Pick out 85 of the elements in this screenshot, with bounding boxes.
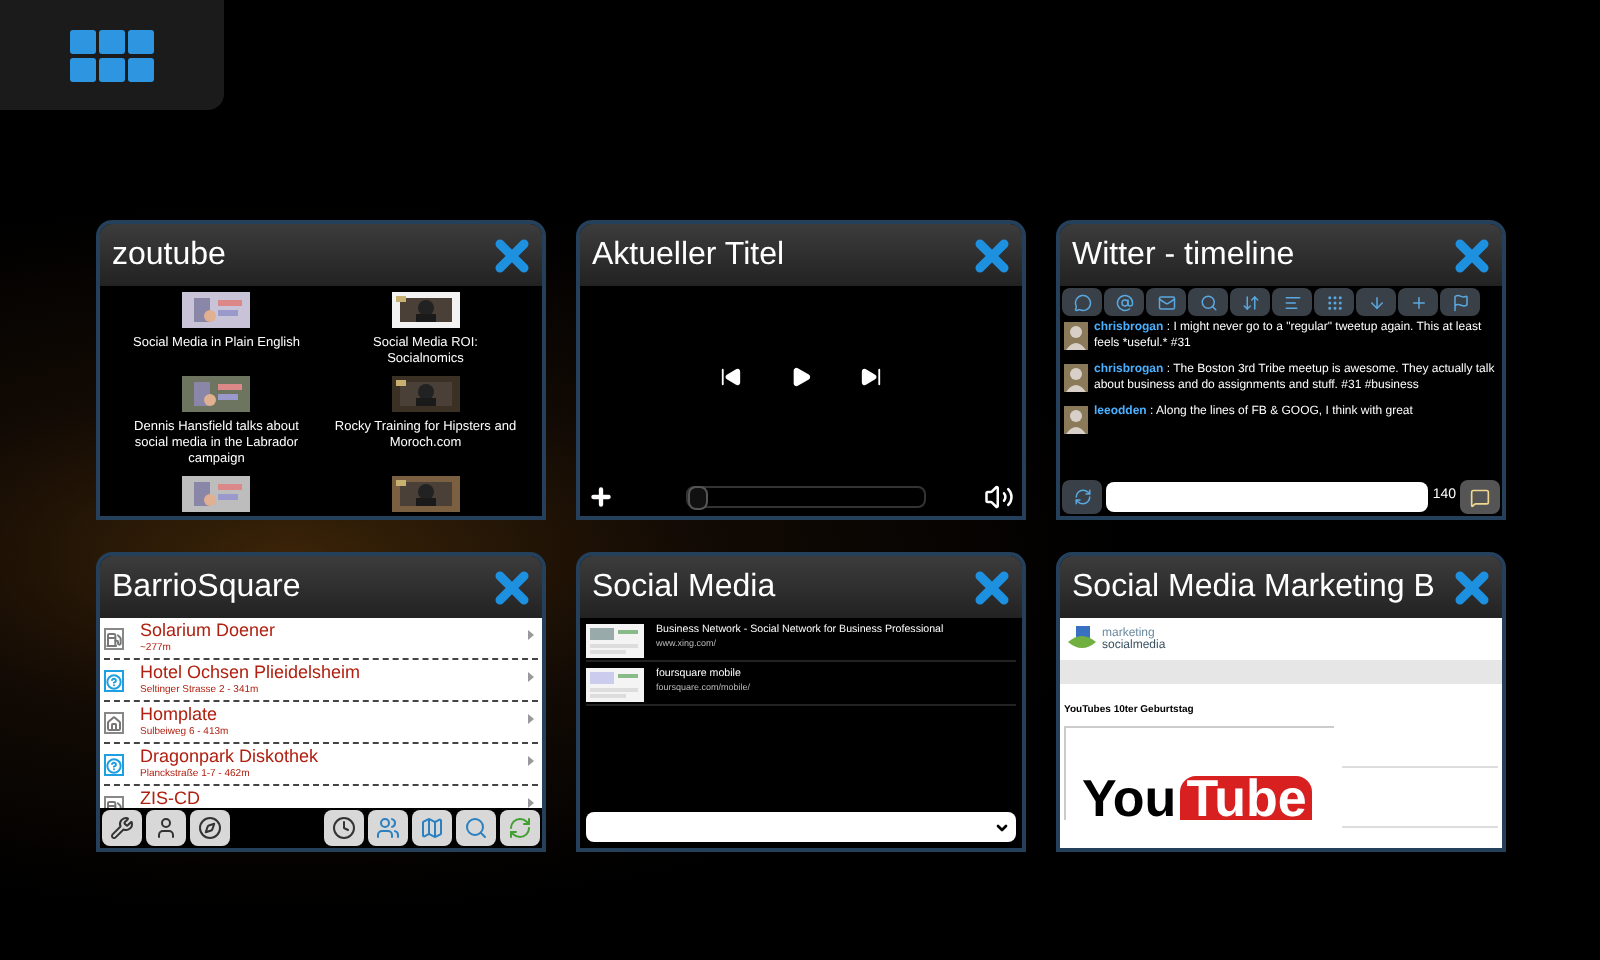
toolbar-button[interactable] xyxy=(1188,288,1228,316)
progress-track[interactable] xyxy=(686,486,926,508)
leaf-logo-icon xyxy=(1066,626,1098,654)
chevron-icon xyxy=(994,819,1010,835)
question-mark-icon xyxy=(104,754,124,776)
window-title: BarrioSquare xyxy=(112,567,301,607)
toolbar-button[interactable] xyxy=(324,810,364,846)
fuel-pump-icon xyxy=(104,628,124,650)
toolbar-button[interactable] xyxy=(1398,288,1438,316)
window-title: Aktueller Titel xyxy=(592,235,785,275)
search-icon xyxy=(464,816,488,840)
speech-bubble-icon xyxy=(1470,487,1490,507)
toolbar-button[interactable] xyxy=(412,810,452,846)
toolbar-button[interactable] xyxy=(456,810,496,846)
close-icon[interactable] xyxy=(974,569,1010,605)
chevron-icon xyxy=(528,672,534,682)
toolbar-button[interactable] xyxy=(1272,288,1312,316)
avatar-icon xyxy=(1064,364,1088,392)
at-sign-icon xyxy=(1115,293,1133,311)
toolbar-button[interactable] xyxy=(1230,288,1270,316)
previous-icon[interactable] xyxy=(720,366,742,388)
close-icon[interactable] xyxy=(494,569,530,605)
send-button[interactable] xyxy=(1460,480,1500,514)
refresh-icon xyxy=(508,816,532,840)
toolbar-button[interactable] xyxy=(146,810,186,846)
volume-icon[interactable] xyxy=(984,482,1014,512)
person-icon xyxy=(154,816,178,840)
close-icon[interactable] xyxy=(494,237,530,273)
house-icon xyxy=(104,712,124,734)
down-arrow-icon xyxy=(1367,293,1385,311)
toolbar-button[interactable] xyxy=(1104,288,1144,316)
toolbar-button[interactable] xyxy=(1062,288,1102,316)
close-icon[interactable] xyxy=(974,237,1010,273)
place-name[interactable]: ZIS-CD xyxy=(140,788,512,808)
window-title: Social Media Marketing B xyxy=(1072,567,1435,607)
toolbar-button[interactable] xyxy=(1356,288,1396,316)
next-icon[interactable] xyxy=(860,366,882,388)
place-name[interactable]: Hotel Ochsen Plieidelsheim xyxy=(140,662,512,684)
refresh-button[interactable] xyxy=(1062,480,1102,514)
toolbar-button[interactable] xyxy=(1440,288,1480,316)
people-icon xyxy=(376,816,400,840)
search-icon xyxy=(1199,293,1217,311)
compass-icon xyxy=(198,816,222,840)
map-icon xyxy=(420,816,444,840)
plus-icon xyxy=(1409,293,1427,311)
place-name[interactable]: Homplate xyxy=(140,704,512,726)
window-title: zoutube xyxy=(112,235,226,275)
close-icon[interactable] xyxy=(1454,237,1490,273)
window-title: Witter - timeline xyxy=(1072,235,1295,275)
logo-badge: Tube xyxy=(1180,776,1313,820)
avatar-icon xyxy=(1064,322,1088,350)
question-mark-icon xyxy=(104,670,124,692)
grid-icon xyxy=(1325,293,1343,311)
toolbar-button[interactable] xyxy=(190,810,230,846)
window-card[interactable]: Aktueller Titel xyxy=(576,220,1026,520)
lines-icon xyxy=(1283,293,1301,311)
grid-icon xyxy=(70,29,154,81)
toolbar-button[interactable] xyxy=(368,810,408,846)
mail-icon xyxy=(1157,293,1175,311)
chevron-icon xyxy=(528,756,534,766)
speech-bubble-icon xyxy=(1073,293,1091,311)
tweet-input-field[interactable] xyxy=(1106,482,1429,512)
chevron-icon xyxy=(528,798,534,808)
task-switcher-button[interactable] xyxy=(0,0,224,110)
avatar-icon xyxy=(1064,406,1088,434)
place-name[interactable]: Solarium Doener xyxy=(140,620,512,642)
window-title: Social Media xyxy=(592,567,776,607)
flag-icon xyxy=(1451,293,1469,311)
toolbar-button[interactable] xyxy=(500,810,540,846)
logo-text: You xyxy=(1082,776,1177,820)
place-name[interactable]: Dragonpark Diskothek xyxy=(140,746,512,768)
toolbar-button[interactable] xyxy=(102,810,142,846)
close-icon[interactable] xyxy=(1454,569,1490,605)
clock-icon xyxy=(332,816,356,840)
arrows-icon xyxy=(1241,293,1259,311)
toolbar-button[interactable] xyxy=(1314,288,1354,316)
add-icon[interactable] xyxy=(588,484,614,510)
toolbar-button[interactable] xyxy=(1146,288,1186,316)
tools-icon xyxy=(110,816,134,840)
chevron-icon xyxy=(528,630,534,640)
play-icon[interactable] xyxy=(790,366,812,388)
refresh-icon xyxy=(1073,488,1091,506)
window-card[interactable] xyxy=(1056,220,1506,520)
chevron-icon xyxy=(528,714,534,724)
progress-thumb[interactable] xyxy=(688,486,708,510)
